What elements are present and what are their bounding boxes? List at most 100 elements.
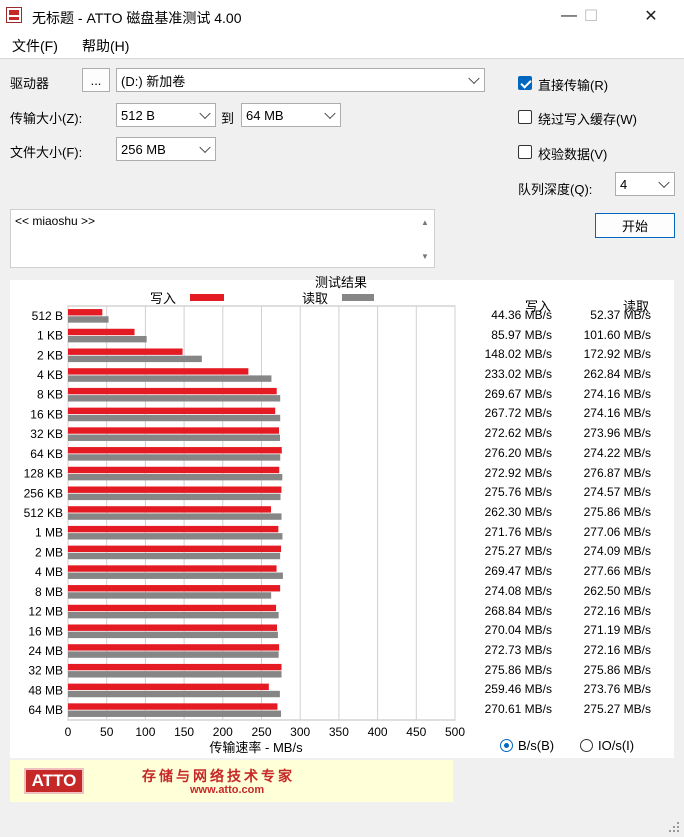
write-value: 44.36 MB/s: [491, 307, 552, 322]
app-icon: [6, 7, 22, 23]
read-value: 52.37 MB/s: [590, 307, 651, 322]
read-value: 276.87 MB/s: [583, 465, 651, 480]
write-bar: [68, 604, 277, 612]
verify-data-label[interactable]: 校验数据(V): [538, 144, 607, 163]
category-label: 32 KB: [30, 427, 63, 441]
unit-bytes-label[interactable]: B/s(B): [518, 738, 554, 753]
direct-io-label[interactable]: 直接传输(R): [538, 75, 608, 94]
write-value: 270.61 MB/s: [484, 702, 552, 717]
transfer-size-label: 传输大小(Z):: [10, 111, 83, 126]
browse-drive-button[interactable]: ...: [82, 68, 110, 92]
read-value: 274.09 MB/s: [583, 544, 651, 559]
write-bar: [68, 506, 272, 513]
read-bar: [68, 434, 281, 441]
read-value: 172.92 MB/s: [583, 347, 651, 362]
read-bar: [68, 710, 282, 717]
to-label: 到: [221, 111, 235, 126]
read-bar: [68, 592, 272, 599]
drive-label: 驱动器: [10, 76, 50, 91]
write-value: 267.72 MB/s: [484, 406, 552, 421]
unit-bytes-radio[interactable]: [500, 739, 513, 752]
read-value: 271.19 MB/s: [583, 623, 651, 638]
category-label: 24 MB: [28, 644, 63, 658]
menu-file[interactable]: 文件(F): [12, 36, 58, 56]
queue-depth-label: 队列深度(Q):: [518, 182, 593, 197]
write-value: 269.47 MB/s: [484, 564, 552, 579]
read-bar: [68, 671, 282, 678]
read-bar: [68, 631, 278, 639]
read-bar: [68, 316, 109, 323]
queue-depth-select[interactable]: 4: [615, 172, 675, 196]
write-value: 262.30 MB/s: [484, 505, 552, 519]
menu-bar: 文件(F) 帮助(H): [0, 32, 684, 59]
read-bar: [68, 513, 282, 520]
read-value: 272.16 MB/s: [583, 643, 651, 657]
write-value: 259.46 MB/s: [484, 682, 552, 697]
banner-url[interactable]: www.atto.com: [190, 784, 264, 796]
read-value: 272.16 MB/s: [583, 603, 651, 618]
unit-io-label[interactable]: IO/s(I): [598, 738, 634, 753]
notes-textarea[interactable]: << miaoshu >> ▲ ▼: [10, 209, 435, 268]
category-label: 8 MB: [35, 585, 63, 599]
write-bar: [68, 368, 249, 375]
read-bar: [68, 355, 202, 363]
read-value: 274.57 MB/s: [583, 485, 651, 500]
category-label: 12 MB: [28, 605, 63, 619]
x-tick-label: 350: [329, 725, 349, 739]
bypass-cache-checkbox[interactable]: [518, 110, 532, 124]
write-value: 271.76 MB/s: [484, 524, 552, 539]
category-label: 2 MB: [35, 545, 63, 559]
x-axis-title: 传输速率 - MB/s: [209, 740, 303, 755]
write-value: 148.02 MB/s: [484, 347, 552, 362]
read-bar: [68, 454, 281, 461]
unit-io-radio[interactable]: [580, 739, 593, 752]
write-bar: [68, 447, 282, 454]
category-label: 512 KB: [24, 506, 63, 520]
scroll-down-icon[interactable]: ▼: [421, 252, 429, 261]
write-value: 275.76 MB/s: [484, 485, 552, 500]
transfer-from-select[interactable]: 512 B: [116, 103, 216, 127]
category-label: 32 MB: [28, 664, 63, 678]
category-label: 48 MB: [28, 683, 63, 697]
x-tick-label: 300: [290, 725, 310, 739]
write-bar: [68, 486, 282, 493]
x-tick-label: 500: [445, 725, 465, 739]
write-bar: [68, 703, 278, 710]
write-value: 272.92 MB/s: [484, 465, 552, 480]
bypass-cache-label[interactable]: 绕过写入缓存(W): [538, 109, 637, 128]
write-bar: [68, 663, 282, 671]
chevron-down-icon: [658, 176, 670, 189]
start-button[interactable]: 开始: [595, 213, 675, 238]
write-bar: [68, 407, 276, 415]
write-value: 233.02 MB/s: [484, 367, 552, 381]
verify-data-checkbox[interactable]: [518, 145, 532, 159]
maximize-button[interactable]: ☐: [568, 0, 614, 32]
category-label: 16 MB: [28, 624, 63, 638]
read-value: 277.66 MB/s: [583, 564, 651, 579]
transfer-to-select[interactable]: 64 MB: [241, 103, 341, 127]
window-title: 无标题 - ATTO 磁盘基准测试 4.00: [32, 10, 242, 26]
write-value: 272.73 MB/s: [484, 643, 552, 657]
read-bar: [68, 611, 279, 619]
resize-grip-icon[interactable]: [668, 821, 680, 833]
read-bar: [68, 493, 281, 501]
atto-logo: ATTO: [24, 768, 84, 794]
atto-banner[interactable]: ATTO 存储与网络技术专家 www.atto.com: [10, 760, 453, 802]
scroll-up-icon[interactable]: ▲: [421, 218, 429, 227]
file-size-select[interactable]: 256 MB: [116, 137, 216, 161]
category-label: 128 KB: [24, 467, 63, 481]
read-value: 101.60 MB/s: [583, 327, 651, 342]
close-button[interactable]: ✕: [628, 0, 674, 32]
read-value: 275.86 MB/s: [583, 662, 651, 677]
category-label: 4 MB: [35, 565, 63, 579]
write-value: 274.08 MB/s: [484, 583, 552, 598]
write-value: 85.97 MB/s: [491, 327, 552, 342]
write-bar: [68, 585, 281, 592]
read-value: 262.50 MB/s: [583, 583, 651, 598]
direct-io-checkbox[interactable]: [518, 76, 532, 90]
category-label: 1 MB: [35, 526, 63, 540]
write-bar: [68, 644, 280, 651]
drive-select[interactable]: (D:) 新加卷: [116, 68, 485, 92]
menu-help[interactable]: 帮助(H): [82, 36, 129, 56]
notes-text: << miaoshu >>: [15, 214, 96, 228]
